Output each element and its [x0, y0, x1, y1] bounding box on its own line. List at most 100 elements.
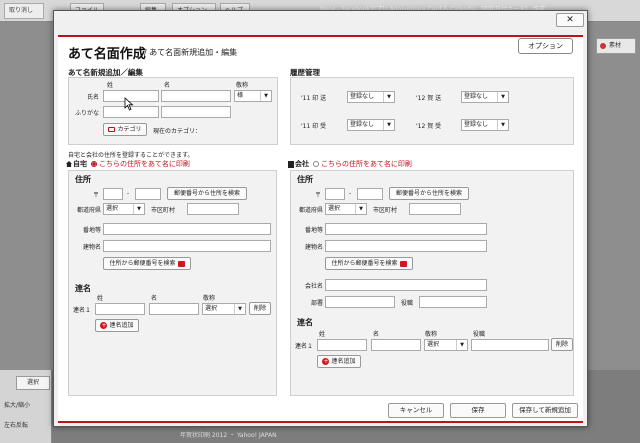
dept-input[interactable]: [325, 296, 395, 308]
home-delete-button[interactable]: 削除: [249, 302, 271, 315]
history-select-value: 登録なし: [350, 121, 375, 128]
search-icon: [399, 260, 407, 267]
bottom-strip: 年賀状印刷 2012 ・ Yahoo! JAPAN: [180, 432, 277, 439]
home-tab-label: 自宅: [73, 160, 87, 168]
company-zip-search-button[interactable]: 郵便番号から住所を検索: [389, 187, 469, 200]
pref-label: 都道府県: [299, 207, 324, 214]
chevron-down-icon: ▼: [234, 304, 245, 314]
position-input[interactable]: [419, 296, 487, 308]
search-icon: [177, 260, 185, 267]
joint-sei-label: 姓: [97, 295, 104, 302]
building-icon: [288, 160, 294, 168]
select-tool-button[interactable]: 選択: [16, 376, 50, 390]
category-button-label: カテゴリ: [117, 126, 142, 133]
dept-label: 部署: [311, 300, 324, 307]
company-addr-search-label: 住所から郵便番号を検索: [331, 260, 398, 267]
company-joint-heading: 連名: [297, 318, 313, 327]
history-select[interactable]: 登録なし ▼: [347, 91, 395, 103]
company-pref-select[interactable]: 選択 ▼: [325, 203, 367, 215]
chevron-down-icon: ▼: [383, 92, 394, 102]
company-zip2-input[interactable]: [357, 188, 383, 200]
history-row-label: '11 印 送: [301, 95, 327, 102]
company-joint-mei-input[interactable]: [371, 339, 421, 351]
home-add-joint-button[interactable]: + 連名追加: [95, 319, 139, 332]
home-zip1-input[interactable]: [103, 188, 123, 200]
mei-column-label: 名: [164, 82, 171, 89]
company-pref-value: 選択: [328, 205, 341, 212]
plus-icon: +: [322, 358, 330, 365]
chevron-down-icon: ▼: [383, 120, 394, 130]
company-add-joint-button[interactable]: + 連名追加: [317, 355, 361, 368]
home-addr-search-label: 住所から郵便番号を検索: [109, 260, 176, 267]
company-print-radio[interactable]: [313, 161, 319, 167]
home-print-radio[interactable]: [91, 161, 97, 167]
company-name-input[interactable]: [325, 279, 487, 291]
dialog-subtitle: / あて名面新規追加・編集: [144, 48, 238, 57]
company-joint-sei-input[interactable]: [317, 339, 367, 351]
company-addr-search-button[interactable]: 住所から郵便番号を検索: [325, 257, 413, 270]
option-button[interactable]: オプション: [518, 38, 573, 54]
zip-dash: -: [349, 190, 352, 197]
company-joint-position-input[interactable]: [471, 339, 549, 351]
home-tab[interactable]: 自宅 こちらの住所をあて名に印刷: [66, 159, 190, 169]
close-icon: ✕: [566, 15, 574, 25]
joint-mei-label: 名: [373, 331, 380, 338]
home-zip-search-button[interactable]: 郵便番号から住所を検索: [167, 187, 247, 200]
history-row-label: '12 賀 受: [416, 123, 442, 130]
zoom-label: 拡大/縮小: [4, 402, 31, 409]
sei-column-label: 姓: [107, 82, 114, 89]
zip-symbol: 〒: [315, 192, 322, 199]
cancel-button[interactable]: キャンセル: [388, 403, 444, 418]
home-street-input[interactable]: [103, 223, 271, 235]
company-name-label: 会社名: [305, 283, 324, 290]
current-category-label: 現在のカテゴリ：: [153, 128, 202, 135]
zip-dash: -: [127, 190, 130, 197]
company-joint-title-select[interactable]: 選択 ▼: [424, 339, 468, 351]
home-pref-select[interactable]: 選択 ▼: [103, 203, 145, 215]
company-add-joint-label: 連名追加: [331, 358, 356, 365]
address-dialog: ✕ あて名面作成 / あて名面新規追加・編集 オプション あて名新規追加／編集 …: [53, 10, 588, 427]
furigana-mei-input[interactable]: [161, 106, 231, 118]
history-select[interactable]: 登録なし ▼: [461, 91, 509, 103]
joint-position-label: 役職: [473, 331, 486, 338]
history-row-label: '11 印 受: [301, 123, 327, 130]
home-joint-mei-input[interactable]: [149, 303, 199, 315]
undo-button[interactable]: 取り消し: [4, 3, 44, 19]
company-delete-button[interactable]: 削除: [551, 338, 573, 351]
street-label: 番地等: [83, 227, 102, 234]
history-select-value: 登録なし: [464, 93, 489, 100]
mei-input[interactable]: [161, 90, 231, 102]
home-joint-sei-input[interactable]: [95, 303, 145, 315]
address-note: 自宅と会社の住所を登録することができます。: [68, 152, 194, 159]
history-select[interactable]: 登録なし ▼: [347, 119, 395, 131]
home-joint-title-select[interactable]: 選択 ▼: [202, 303, 246, 315]
company-city-input[interactable]: [409, 203, 461, 215]
dialog-title: あて名面作成: [68, 47, 146, 62]
home-building-input[interactable]: [103, 240, 271, 252]
folder-icon: [108, 127, 116, 132]
honorific-select[interactable]: 様 ▼: [234, 90, 272, 102]
history-select-value: 登録なし: [464, 121, 489, 128]
building-label: 建物名: [83, 244, 102, 251]
home-zip2-input[interactable]: [135, 188, 161, 200]
pref-label: 都道府県: [77, 207, 102, 214]
home-city-input[interactable]: [187, 203, 239, 215]
save-and-new-button[interactable]: 保存して新規追加: [512, 403, 578, 418]
company-tab[interactable]: 会社 こちらの住所をあて名に印刷: [288, 159, 412, 169]
material-button[interactable]: 素材: [596, 38, 636, 54]
company-address-box: 住所 〒 - 郵便番号から住所を検索 都道府県 選択 ▼ 市区町村 番地等 建物名…: [290, 170, 574, 396]
history-select[interactable]: 登録なし ▼: [461, 119, 509, 131]
house-icon: [66, 161, 72, 167]
history-select-value: 登録なし: [350, 93, 375, 100]
title-column-label: 敬称: [236, 82, 249, 89]
home-add-joint-label: 連名追加: [109, 322, 134, 329]
company-zip1-input[interactable]: [325, 188, 345, 200]
joint-row-label: 連名１: [295, 343, 314, 350]
close-button[interactable]: ✕: [556, 13, 584, 27]
home-addr-search-button[interactable]: 住所から郵便番号を検索: [103, 257, 191, 270]
save-button[interactable]: 保存: [450, 403, 506, 418]
chevron-down-icon: ▼: [133, 204, 144, 214]
company-building-input[interactable]: [325, 240, 487, 252]
category-button[interactable]: カテゴリ: [103, 123, 147, 136]
company-street-input[interactable]: [325, 223, 487, 235]
